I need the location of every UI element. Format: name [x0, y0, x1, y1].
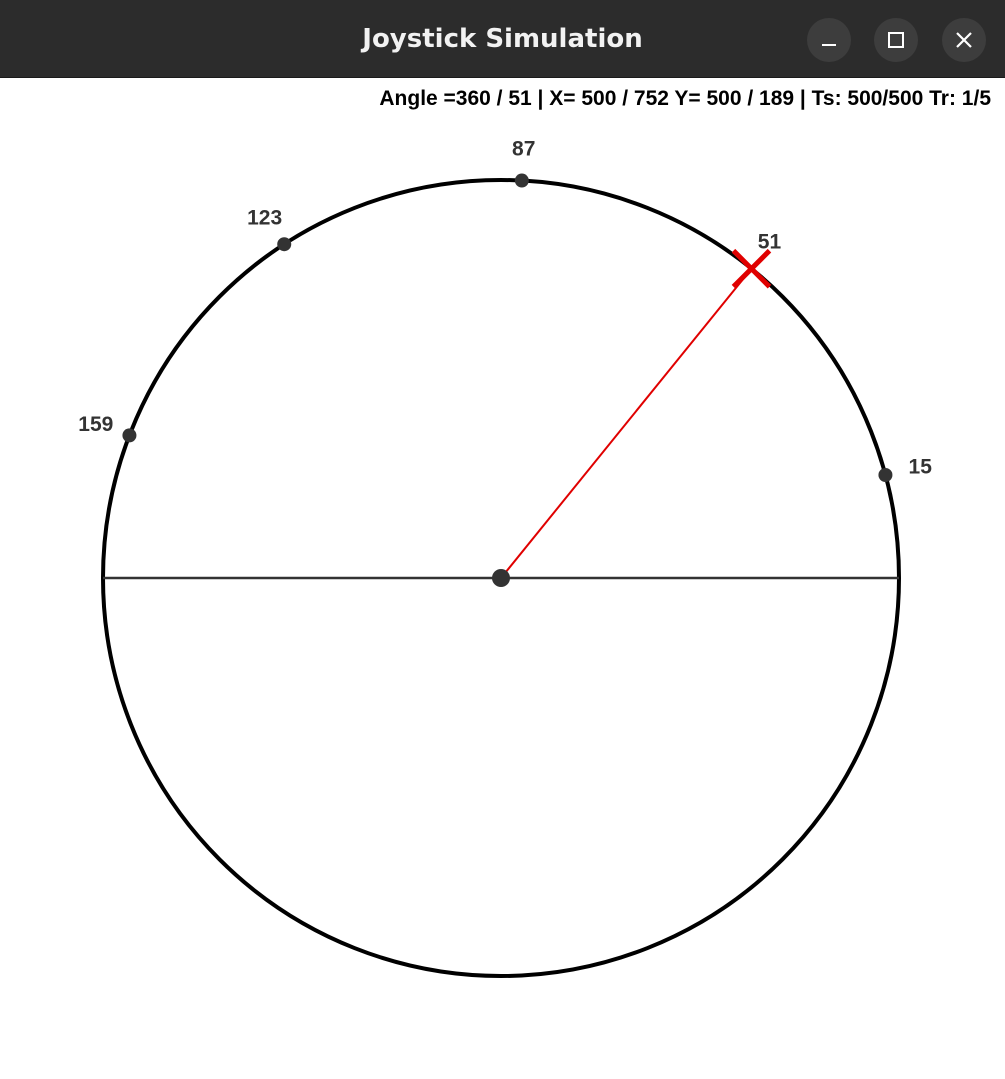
marker-label-15: 15	[909, 456, 933, 479]
minimize-button[interactable]	[807, 18, 851, 62]
pointer-line	[500, 268, 753, 579]
marker-dot-15[interactable]	[878, 467, 893, 482]
close-icon	[956, 32, 972, 48]
close-button[interactable]	[942, 18, 986, 62]
maximize-icon	[888, 32, 904, 48]
joystick-canvas[interactable]: Angle =360 / 51 | X= 500 / 752 Y= 500 / …	[2, 78, 1003, 1077]
app-window: Joystick Simulation Angle =360 / 51 | X=…	[0, 0, 1005, 1079]
joystick-dial[interactable]: 87 123 159 15 51	[2, 78, 1003, 1077]
marker-dot-87[interactable]	[514, 173, 529, 188]
center-dot[interactable]	[492, 569, 510, 587]
minimize-icon	[822, 44, 836, 46]
target-label: 51	[758, 231, 782, 254]
marker-label-159: 159	[78, 413, 113, 436]
marker-label-123: 123	[247, 206, 282, 229]
window-title: Joystick Simulation	[362, 24, 643, 54]
title-bar[interactable]: Joystick Simulation	[0, 0, 1005, 78]
marker-dot-159[interactable]	[122, 428, 137, 443]
maximize-button[interactable]	[874, 18, 918, 62]
marker-dot-123[interactable]	[277, 237, 292, 252]
marker-label-87: 87	[512, 138, 535, 161]
